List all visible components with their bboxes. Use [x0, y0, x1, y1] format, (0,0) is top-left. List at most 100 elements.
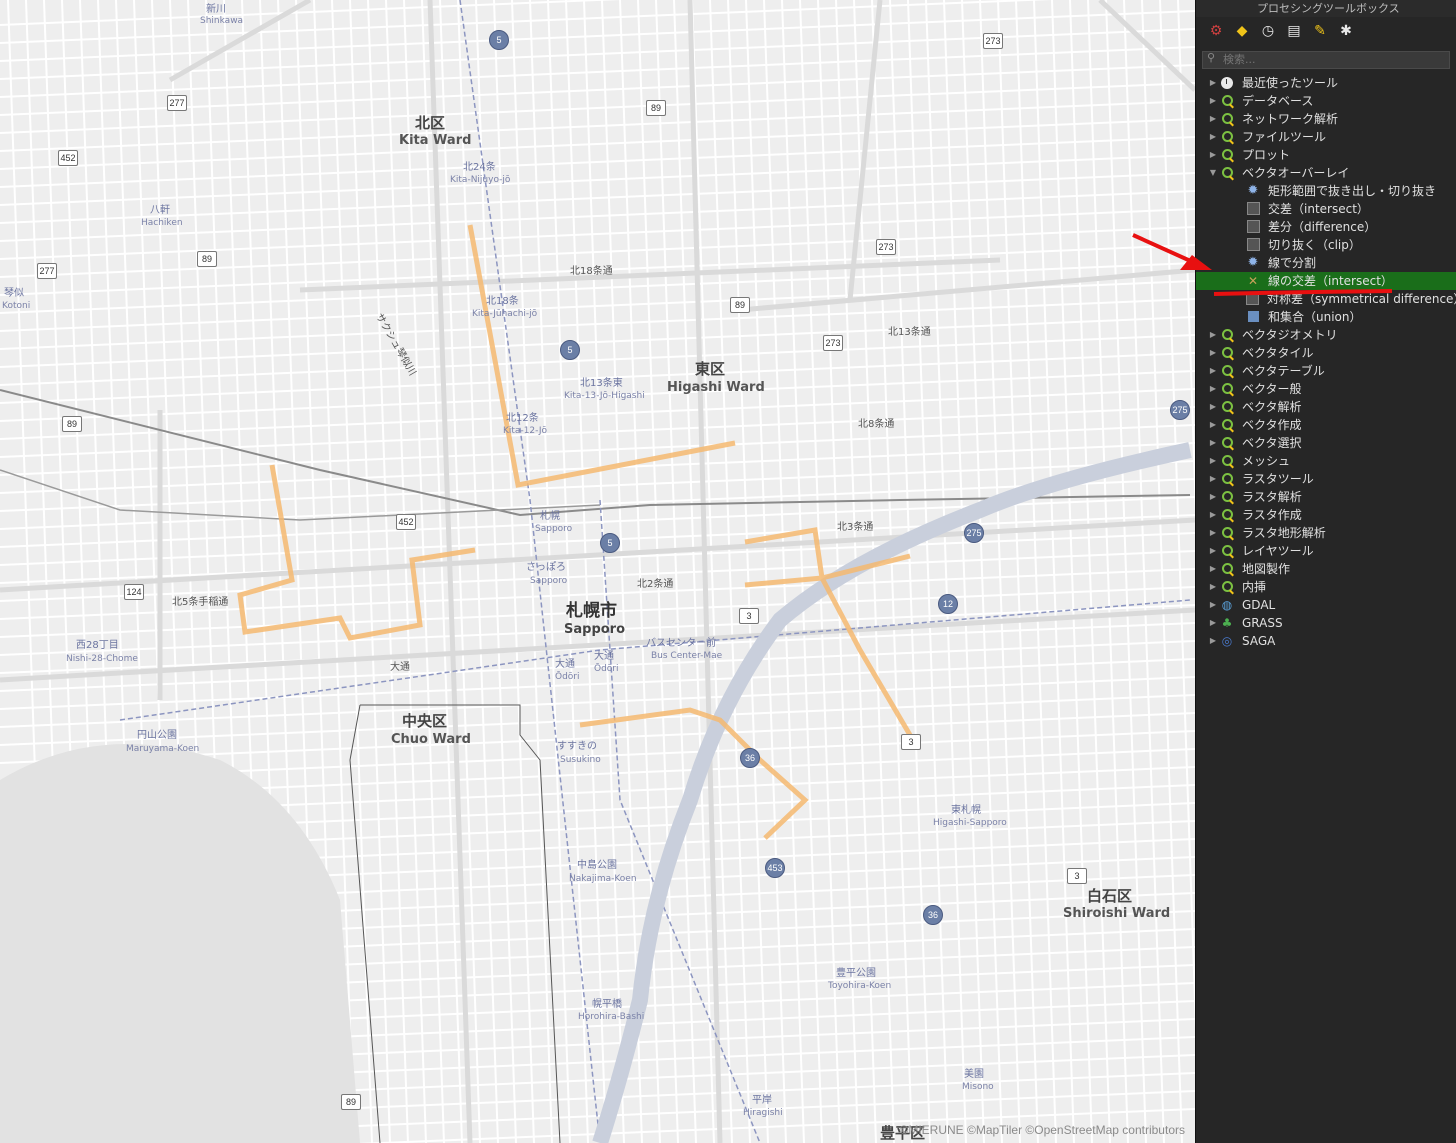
qgis-provider-icon — [1221, 167, 1233, 178]
station-label: 大通 — [594, 651, 614, 662]
station-label: 北24条 — [463, 162, 496, 173]
tree-item-label: ベクタオーバーレイ — [1242, 166, 1350, 180]
qgis-provider-icon — [1221, 545, 1233, 556]
provider-group[interactable]: ▶ ネットワーク解析 — [1196, 110, 1456, 128]
chevron-right-icon[interactable]: ▶ — [1206, 510, 1220, 519]
models-icon[interactable]: ⚙ — [1205, 20, 1227, 42]
chevron-right-icon[interactable]: ▶ — [1206, 600, 1220, 609]
history-icon[interactable]: ◷ — [1257, 20, 1279, 42]
provider-group[interactable]: ▶ ベクタジオメトリ — [1196, 326, 1456, 344]
algorithm-item[interactable]: ▶差分（difference） — [1196, 218, 1456, 236]
options-icon[interactable]: ✱ — [1335, 20, 1357, 42]
station-label: 美園 — [964, 1069, 984, 1080]
provider-group[interactable]: ▼ ベクタオーバーレイ — [1196, 164, 1456, 182]
toolbox-toolbar: ⚙ ◆ ◷ ▤ ✎ ✱ — [1196, 17, 1456, 45]
city-label-en: Sapporo — [564, 622, 626, 637]
python-icon[interactable]: ◆ — [1231, 20, 1253, 42]
provider-group[interactable]: ▶ 内挿 — [1196, 578, 1456, 596]
provider-group[interactable]: ▶ メッシュ — [1196, 452, 1456, 470]
tree-item-label: 交差（intersect） — [1268, 202, 1369, 216]
chevron-right-icon[interactable]: ▶ — [1206, 564, 1220, 573]
provider-group[interactable]: ▶ ◎ SAGA — [1196, 632, 1456, 650]
route-shield: 273 — [823, 335, 843, 351]
station-label-en: Higashi-Sapporo — [933, 818, 1007, 828]
provider-group[interactable]: ▶ ♣ GRASS — [1196, 614, 1456, 632]
chevron-right-icon[interactable]: ▶ — [1206, 132, 1220, 141]
algorithm-item[interactable]: ▶✕線の交差（intersect） — [1196, 271, 1456, 290]
ward-label: 北区 — [415, 114, 446, 132]
algorithm-item[interactable]: ▶✹線で分割 — [1196, 254, 1456, 272]
chevron-right-icon[interactable]: ▶ — [1206, 78, 1220, 87]
provider-group[interactable]: ▶ 地図製作 — [1196, 560, 1456, 578]
chevron-right-icon[interactable]: ▶ — [1206, 546, 1220, 555]
provider-group[interactable]: ▶ ファイルツール — [1196, 128, 1456, 146]
tree-item-label: GRASS — [1242, 615, 1283, 630]
tree-item-label: ラスタツール — [1242, 472, 1314, 486]
algorithm-item[interactable]: ▶対称差（symmetrical difference） — [1196, 290, 1456, 308]
edit-icon[interactable]: ✎ — [1309, 20, 1331, 42]
provider-group[interactable]: ▶ ベクタ作成 — [1196, 416, 1456, 434]
tree-item-label: ラスタ地形解析 — [1242, 526, 1326, 540]
processing-toolbox-panel: プロセシングツールボックス ⚙ ◆ ◷ ▤ ✎ ✱ ⚲ ▶ 最近使ったツール ▶ デー… — [1195, 0, 1456, 1143]
route-shield: 275 — [1170, 400, 1190, 420]
provider-group[interactable]: ▶ レイヤツール — [1196, 542, 1456, 560]
results-icon[interactable]: ▤ — [1283, 20, 1305, 42]
chevron-right-icon[interactable]: ▶ — [1206, 618, 1220, 627]
station-label-en: Hachiken — [141, 218, 183, 228]
route-shield: 273 — [983, 33, 1003, 49]
algorithm-item[interactable]: ▶交差（intersect） — [1196, 200, 1456, 218]
station-label-en: Hiragishi — [743, 1108, 783, 1118]
tree-item-label: 内挿 — [1242, 580, 1267, 594]
map-canvas[interactable]: 北区 Kita Ward 東区 Higashi Ward 中央区 Chuo Wa… — [0, 0, 1195, 1143]
provider-group[interactable]: ▶ ラスタ作成 — [1196, 506, 1456, 524]
chevron-right-icon[interactable]: ▶ — [1206, 348, 1220, 357]
station-label: 大通 — [555, 659, 575, 670]
chevron-right-icon[interactable]: ▶ — [1206, 402, 1220, 411]
tree-item-label: 最近使ったツール — [1242, 76, 1339, 90]
qgis-provider-icon — [1221, 401, 1233, 412]
provider-group[interactable]: ▶ ◍ GDAL — [1196, 596, 1456, 614]
station-label: さっぽろ — [526, 562, 566, 573]
provider-group[interactable]: ▶ ベクター般 — [1196, 380, 1456, 398]
provider-group[interactable]: ▶ ベクタテーブル — [1196, 362, 1456, 380]
chevron-right-icon[interactable]: ▶ — [1206, 492, 1220, 501]
chevron-right-icon[interactable]: ▶ — [1206, 438, 1220, 447]
chevron-right-icon[interactable]: ▶ — [1206, 330, 1220, 339]
chevron-right-icon[interactable]: ▶ — [1206, 582, 1220, 591]
provider-group[interactable]: ▶ プロット — [1196, 146, 1456, 164]
algorithm-item[interactable]: ▶和集合（union） — [1196, 308, 1456, 326]
chevron-right-icon[interactable]: ▶ — [1206, 366, 1220, 375]
chevron-right-icon[interactable]: ▶ — [1206, 114, 1220, 123]
chevron-right-icon[interactable]: ▶ — [1206, 474, 1220, 483]
qgis-provider-icon — [1221, 527, 1233, 538]
chevron-right-icon[interactable]: ▶ — [1206, 96, 1220, 105]
route-shield: 452 — [396, 514, 416, 530]
route-shield: 452 — [58, 150, 78, 166]
map-attribution: ©MIERUNE ©MapTiler ©OpenStreetMap contri… — [899, 1123, 1185, 1137]
provider-group[interactable]: ▶ ベクタタイル — [1196, 344, 1456, 362]
provider-group[interactable]: ▶ データベース — [1196, 92, 1456, 110]
tree-item-label: 差分（difference） — [1268, 220, 1377, 234]
chevron-right-icon[interactable]: ▶ — [1206, 150, 1220, 159]
station-label: すすきの — [557, 741, 597, 752]
algorithm-item[interactable]: ▶✹矩形範囲で抜き出し・切り抜き — [1196, 182, 1456, 200]
algorithm-tree: ▶ 最近使ったツール ▶ データベース ▶ ネットワーク解析 ▶ ファイルツール ▶ プロット ▼ ベ… — [1196, 72, 1456, 650]
clock-icon — [1221, 76, 1233, 89]
provider-group[interactable]: ▶ ラスタツール — [1196, 470, 1456, 488]
tree-item-label: ラスタ作成 — [1242, 508, 1302, 522]
provider-group[interactable]: ▶ ラスタ地形解析 — [1196, 524, 1456, 542]
chevron-right-icon[interactable]: ▶ — [1206, 384, 1220, 393]
provider-group[interactable]: ▶ ベクタ選択 — [1196, 434, 1456, 452]
search-input[interactable] — [1202, 50, 1450, 69]
station-label: 札幌 — [540, 511, 560, 522]
provider-group[interactable]: ▶ ベクタ解析 — [1196, 398, 1456, 416]
qgis-provider-icon — [1221, 131, 1233, 142]
chevron-right-icon[interactable]: ▶ — [1206, 456, 1220, 465]
algorithm-item[interactable]: ▶切り抜く（clip） — [1196, 236, 1456, 254]
chevron-right-icon[interactable]: ▶ — [1206, 420, 1220, 429]
provider-group[interactable]: ▶ ラスタ解析 — [1196, 488, 1456, 506]
chevron-right-icon[interactable]: ▶ — [1206, 528, 1220, 537]
provider-group[interactable]: ▶ 最近使ったツール — [1196, 74, 1456, 92]
chevron-right-icon[interactable]: ▶ — [1206, 636, 1220, 645]
chevron-down-icon[interactable]: ▼ — [1206, 168, 1220, 177]
